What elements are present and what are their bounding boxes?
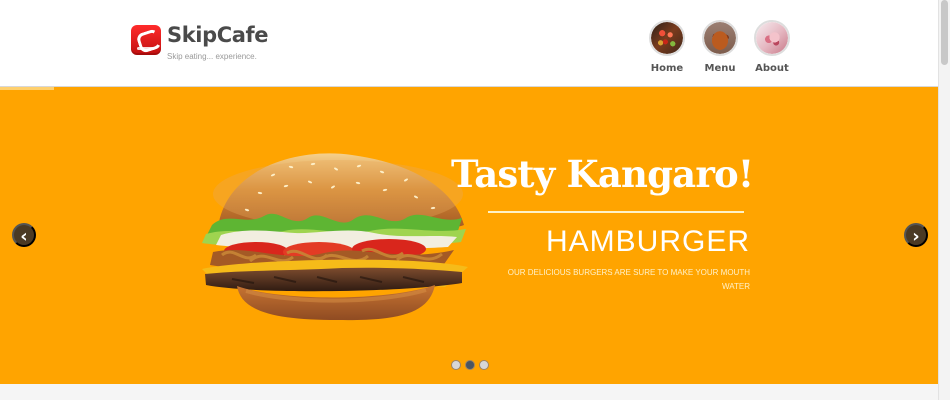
chevron-right-icon: › bbox=[912, 226, 920, 247]
menu-food-thumbnail-icon bbox=[702, 20, 738, 56]
next-slide-button[interactable]: › bbox=[904, 223, 928, 247]
slide-dot-3[interactable] bbox=[479, 360, 489, 370]
slider-progress-accent bbox=[0, 87, 54, 90]
slide-divider bbox=[488, 211, 744, 213]
nav-about[interactable]: About bbox=[745, 18, 799, 76]
hamburger-image bbox=[192, 151, 474, 321]
brand-tagline: Skip eating... experience. bbox=[167, 52, 257, 61]
nav-menu[interactable]: Menu bbox=[693, 18, 747, 76]
chevron-left-icon: ‹ bbox=[20, 226, 28, 247]
previous-slide-button[interactable]: ‹ bbox=[12, 223, 36, 247]
menu-food-image bbox=[704, 22, 736, 54]
home-food-image bbox=[651, 22, 683, 54]
slide-dot-1[interactable] bbox=[451, 360, 461, 370]
skipcafe-logo-icon bbox=[131, 25, 161, 55]
slide-subtitle: HAMBURGER bbox=[545, 225, 750, 258]
hamburger-illustration bbox=[202, 153, 468, 321]
home-food-thumbnail-icon bbox=[649, 20, 685, 56]
slide-pagination bbox=[451, 360, 491, 372]
content-below-slider bbox=[0, 384, 938, 400]
webpage-screen: SkipCafe Skip eating... experience. Home… bbox=[0, 0, 950, 400]
slide-title: Tasty Kangaro! bbox=[451, 152, 754, 196]
hero-slider: ‹ Tasty Kangaro! HAMBURGER OUR DELICIOUS… bbox=[0, 87, 938, 384]
site-header: SkipCafe Skip eating... experience. Home… bbox=[0, 0, 938, 87]
slide-description: OUR DELICIOUS BURGERS ARE SURE TO MAKE Y… bbox=[507, 268, 750, 291]
nav-about-label: About bbox=[755, 63, 789, 74]
about-food-thumbnail-icon bbox=[754, 20, 790, 56]
nav-menu-label: Menu bbox=[704, 63, 736, 74]
main-navigation: Home Menu About bbox=[640, 18, 800, 78]
about-food-image bbox=[756, 22, 788, 54]
brand-name: SkipCafe bbox=[167, 23, 269, 47]
site-logo[interactable]: SkipCafe Skip eating... experience. bbox=[131, 23, 271, 66]
scrollbar-thumb[interactable] bbox=[941, 0, 948, 65]
nav-home[interactable]: Home bbox=[640, 18, 694, 76]
slide-dot-2-active[interactable] bbox=[465, 360, 475, 370]
nav-home-label: Home bbox=[650, 63, 684, 74]
